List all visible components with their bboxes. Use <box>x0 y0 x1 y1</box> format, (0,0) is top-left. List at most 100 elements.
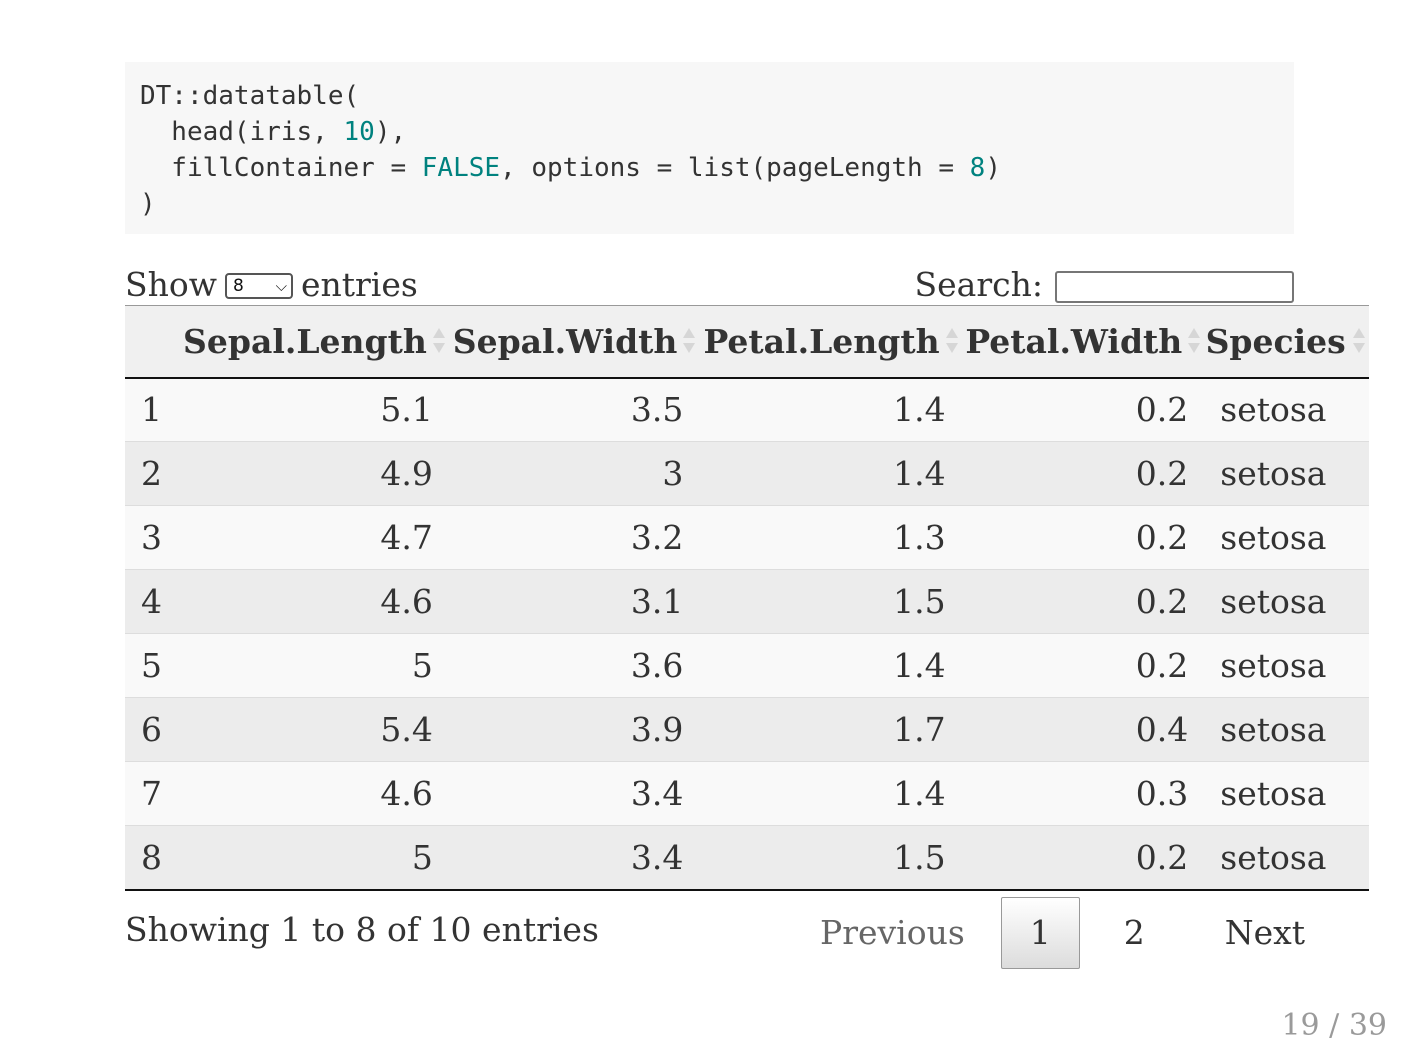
table-info: Showing 1 to 8 of 10 entries <box>125 910 599 949</box>
table-body: 1 5.1 3.5 1.4 0.2 setosa 2 4.9 3 1.4 0.2 setosa 3 4.7… <box>125 377 1369 891</box>
code-block: DT::datatable( head(iris, 10), fillConta… <box>125 62 1294 234</box>
table-cell: setosa <box>1204 441 1369 506</box>
code-text: ) <box>140 189 156 219</box>
code-text: ) <box>985 153 1001 183</box>
table-cell: 4.6 <box>178 569 449 634</box>
table-cell: 0.2 <box>961 825 1205 891</box>
table-cell: 5 <box>178 825 449 891</box>
next-button[interactable]: Next <box>1173 898 1329 968</box>
code-text: ), <box>374 117 407 147</box>
sort-icon <box>1188 328 1201 356</box>
show-label: Show <box>125 264 217 304</box>
column-header[interactable]: Sepal.Length <box>178 305 449 379</box>
table-cell: 1.5 <box>699 825 962 891</box>
table-cell: 5 <box>178 633 449 698</box>
table-cell: 1.4 <box>699 441 962 506</box>
table-cell: 3.6 <box>448 633 700 698</box>
table-cell: setosa <box>1204 505 1369 570</box>
column-header[interactable]: Petal.Length <box>699 305 962 379</box>
code-line: DT::datatable( <box>140 78 1279 114</box>
table-cell: 1.7 <box>699 697 962 762</box>
sort-icon <box>683 328 696 356</box>
column-header[interactable]: Petal.Width <box>961 305 1205 379</box>
table-cell: 5.1 <box>178 377 449 442</box>
column-header[interactable]: Species <box>1204 305 1369 379</box>
table-cell: setosa <box>1204 633 1369 698</box>
table-cell: 5 <box>125 633 179 698</box>
column-header-label: Petal.Width <box>965 321 1183 361</box>
table-row: 5 5 3.6 1.4 0.2 setosa <box>125 633 1369 698</box>
table-cell: 2 <box>125 441 179 506</box>
table-cell: 1.4 <box>699 633 962 698</box>
table-row: 6 5.4 3.9 1.7 0.4 setosa <box>125 697 1369 762</box>
code-text: DT::datatable( <box>140 81 360 111</box>
code-text: head(iris, <box>140 117 344 147</box>
table-cell: 0.2 <box>961 441 1205 506</box>
table-cell: 3.9 <box>448 697 700 762</box>
entries-label: entries <box>300 264 418 304</box>
code-text: , options = list(pageLength = <box>500 153 970 183</box>
table-row: 7 4.6 3.4 1.4 0.3 setosa <box>125 761 1369 826</box>
table-cell: 8 <box>125 825 179 891</box>
table-cell: setosa <box>1204 697 1369 762</box>
search-control: Search: <box>915 262 1294 306</box>
table-cell: 7 <box>125 761 179 826</box>
table-cell: 5.4 <box>178 697 449 762</box>
table-cell: 4.7 <box>178 505 449 570</box>
table-cell: setosa <box>1204 569 1369 634</box>
code-line: fillContainer = FALSE, options = list(pa… <box>140 150 1279 186</box>
table-controls: Show 8 ⌵ entries Search: <box>125 262 1294 306</box>
column-header-label: Sepal.Length <box>183 321 427 361</box>
column-header[interactable]: Sepal.Width <box>448 305 700 379</box>
sort-icon <box>945 328 958 356</box>
previous-button[interactable]: Previous <box>800 898 985 968</box>
table-cell: setosa <box>1204 825 1369 891</box>
table-cell: 1.4 <box>699 377 962 442</box>
page-length-select[interactable]: 8 ⌵ <box>224 273 293 299</box>
column-header-label: Petal.Length <box>703 321 940 361</box>
column-header-label: Sepal.Width <box>452 321 678 361</box>
table-cell: 3.4 <box>448 825 700 891</box>
table-cell: 1 <box>125 377 179 442</box>
table-cell: 4.9 <box>178 441 449 506</box>
page-button-2[interactable]: 2 <box>1096 898 1173 968</box>
sort-icon <box>1353 328 1365 356</box>
code-literal: 8 <box>969 153 986 183</box>
table-cell: 0.2 <box>961 569 1205 634</box>
page-length-value: 8 <box>232 276 244 296</box>
table-cell: 0.3 <box>961 761 1205 826</box>
page-button-1[interactable]: 1 <box>1000 897 1080 969</box>
table-cell: 1.4 <box>699 761 962 826</box>
table-cell: 3.1 <box>448 569 700 634</box>
table-row: 3 4.7 3.2 1.3 0.2 setosa <box>125 505 1369 570</box>
table-cell: 0.2 <box>961 377 1205 442</box>
column-header-label: Species <box>1205 321 1346 361</box>
table-row: 8 5 3.4 1.5 0.2 setosa <box>125 825 1369 891</box>
table-row: 4 4.6 3.1 1.5 0.2 setosa <box>125 569 1369 634</box>
chevron-down-icon: ⌵ <box>275 277 287 295</box>
code-line: head(iris, 10), <box>140 114 1279 150</box>
table-cell: 3.2 <box>448 505 700 570</box>
table-row: 2 4.9 3 1.4 0.2 setosa <box>125 441 1369 506</box>
table-cell: 0.2 <box>961 633 1205 698</box>
table-cell: 4 <box>125 569 179 634</box>
table-row: 1 5.1 3.5 1.4 0.2 setosa <box>125 377 1369 442</box>
table-cell: 6 <box>125 697 179 762</box>
page-length-control: Show 8 ⌵ entries <box>125 262 418 306</box>
table-cell: 3.5 <box>448 377 700 442</box>
column-header <box>125 305 179 379</box>
code-line: ) <box>140 186 1279 222</box>
data-table: Sepal.Length Sepal.Width Petal.Length Petal… <box>125 305 1369 891</box>
pagination: Previous 1 2 Next <box>800 897 1329 969</box>
table-cell: 1.5 <box>699 569 962 634</box>
table-cell: 0.4 <box>961 697 1205 762</box>
code-literal: 10 <box>343 117 375 147</box>
slide-number: 19 / 39 <box>1281 1008 1387 1043</box>
table-cell: 0.2 <box>961 505 1205 570</box>
table-cell: 4.6 <box>178 761 449 826</box>
table-cell: 3 <box>448 441 700 506</box>
table-cell: 3 <box>125 505 179 570</box>
code-text: fillContainer = <box>140 153 422 183</box>
search-input[interactable] <box>1055 271 1294 303</box>
table-cell: 1.3 <box>699 505 962 570</box>
